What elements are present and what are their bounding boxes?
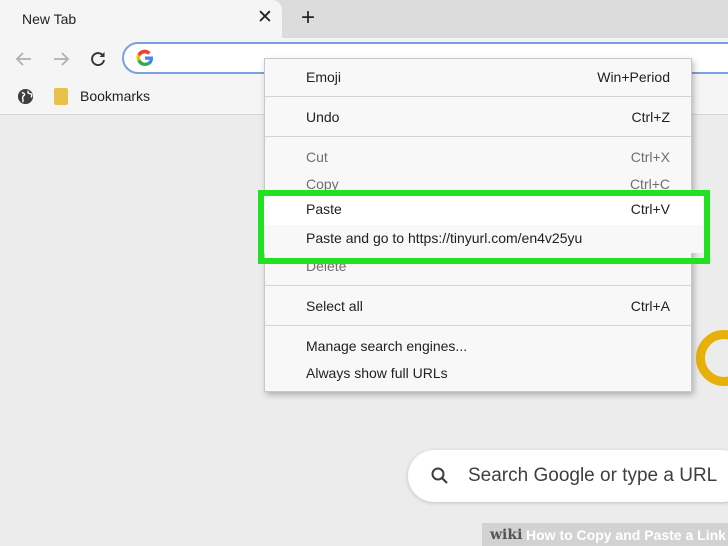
highlight-box: [258, 190, 710, 264]
bookmarks-folder[interactable]: Bookmarks: [80, 88, 150, 104]
google-logo-fragment: [696, 330, 728, 386]
search-box[interactable]: Search Google or type a URL: [408, 450, 728, 502]
tab-strip: New Tab ✕ +: [0, 0, 728, 38]
new-tab-button[interactable]: +: [296, 5, 320, 31]
menu-separator: [265, 96, 691, 97]
folder-icon: [54, 88, 68, 105]
google-g-icon: [136, 49, 153, 67]
watermark-title: How to Copy and Paste a Link: [526, 527, 726, 543]
reload-icon[interactable]: [85, 46, 111, 72]
close-icon[interactable]: ✕: [256, 8, 274, 28]
menu-item-cut[interactable]: Cut Ctrl+X: [265, 145, 691, 171]
menu-item-always-show-full-urls[interactable]: Always show full URLs: [265, 361, 691, 387]
watermark: wiki How to Copy and Paste a Link: [482, 523, 728, 546]
search-icon: [431, 467, 448, 484]
search-placeholder: Search Google or type a URL: [468, 465, 718, 486]
globe-icon[interactable]: [17, 88, 34, 105]
menu-separator: [265, 325, 691, 326]
menu-separator: [265, 136, 691, 137]
watermark-brand: wiki: [490, 527, 523, 543]
menu-item-manage-search-engines[interactable]: Manage search engines...: [265, 334, 691, 360]
tab-new-tab[interactable]: New Tab ✕: [0, 0, 282, 38]
menu-item-select-all[interactable]: Select all Ctrl+A: [265, 294, 691, 320]
tab-title: New Tab: [22, 11, 77, 27]
menu-item-undo[interactable]: Undo Ctrl+Z: [265, 105, 691, 131]
menu-item-emoji[interactable]: Emoji Win+Period: [265, 65, 691, 91]
back-arrow-icon[interactable]: [11, 46, 37, 72]
forward-arrow-icon[interactable]: [48, 46, 74, 72]
menu-separator: [265, 285, 691, 286]
